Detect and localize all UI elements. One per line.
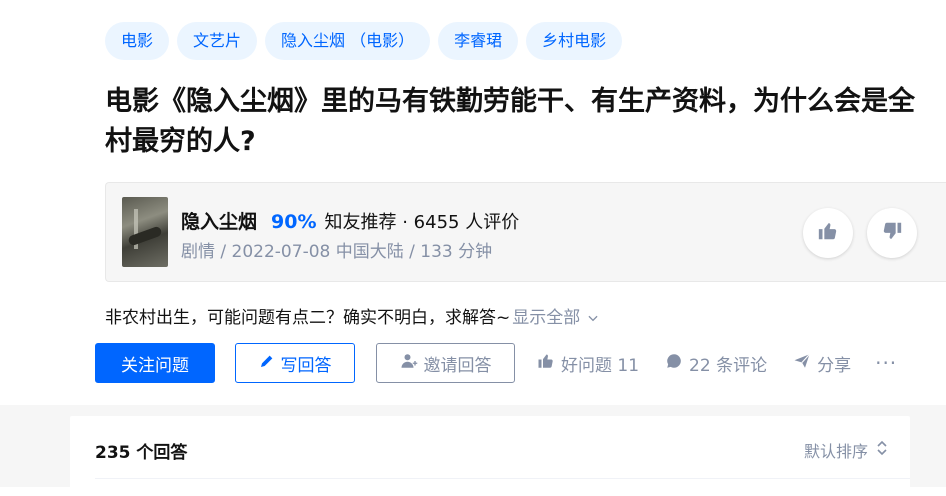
pencil-icon [259,353,281,374]
question-description: 非农村出生，可能问题有点二？确实不明白，求解答~ 显示全部 [105,303,600,328]
topic-tag[interactable]: 文艺片 [177,22,258,60]
chevron-down-icon[interactable] [580,308,600,328]
question-actions: 关注问题 写回答 邀请回答 好问题 11 22 条评论 分享 ··· [95,342,897,384]
share-icon [793,352,817,375]
divider [95,478,910,479]
comment-icon [665,352,689,375]
show-all-link[interactable]: 显示全部 [512,308,580,328]
follow-question-button[interactable]: 关注问题 [95,343,215,383]
sort-label: 默认排序 [803,442,868,461]
share-button[interactable]: 分享 [793,351,851,376]
topic-tags: 电影 文艺片 隐入尘烟 （电影） 李睿珺 乡村电影 [105,22,623,60]
description-text: 非农村出生，可能问题有点二？确实不明白，求解答~ [105,308,511,328]
question-title: 电影《隐入尘烟》里的马有铁勤劳能干、有生产资料，为什么会是全村最穷的人? [105,86,915,157]
share-label: 分享 [817,355,852,376]
movie-info: 隐入尘烟 90% 知友推荐 · 6455 人评价 [181,207,519,234]
write-answer-label: 写回答 [280,355,332,376]
write-answer-button[interactable]: 写回答 [235,343,355,383]
more-options-button[interactable]: ··· [875,351,897,375]
thumbs-down-icon [881,220,903,246]
thumbs-down-button[interactable] [867,208,917,258]
good-question-label: 好问题 11 [561,355,640,376]
movie-poster[interactable] [122,197,168,267]
movie-card[interactable]: 隐入尘烟 90% 知友推荐 · 6455 人评价 剧情 / 2022-07-08… [105,182,946,282]
thumbs-up-icon [817,220,839,246]
topic-tag[interactable]: 电影 [105,22,170,60]
topic-tag[interactable]: 乡村电影 [526,22,623,60]
movie-score: 90% [271,211,317,233]
movie-name[interactable]: 隐入尘烟 [181,207,257,234]
thumbs-up-icon [537,352,561,375]
sort-updown-icon [868,440,888,460]
thumbs-up-button[interactable] [803,208,853,258]
topic-tag[interactable]: 李睿珺 [438,22,519,60]
answers-count: 235 个回答 [95,443,188,463]
comments-label: 22 条评论 [689,355,768,376]
add-user-icon [400,352,424,375]
good-question-button[interactable]: 好问题 11 [537,351,639,376]
movie-meta: 剧情 / 2022-07-08 中国大陆 / 133 分钟 [181,242,493,262]
invite-answer-button[interactable]: 邀请回答 [376,343,515,383]
invite-answer-label: 邀请回答 [423,355,492,376]
answers-section: 235 个回答 默认排序 [70,416,910,496]
topic-tag[interactable]: 隐入尘烟 （电影） [265,22,431,60]
movie-recommend: 知友推荐 · 6455 人评价 [324,212,520,233]
comments-button[interactable]: 22 条评论 [665,351,767,376]
sort-dropdown[interactable]: 默认排序 [804,438,888,462]
